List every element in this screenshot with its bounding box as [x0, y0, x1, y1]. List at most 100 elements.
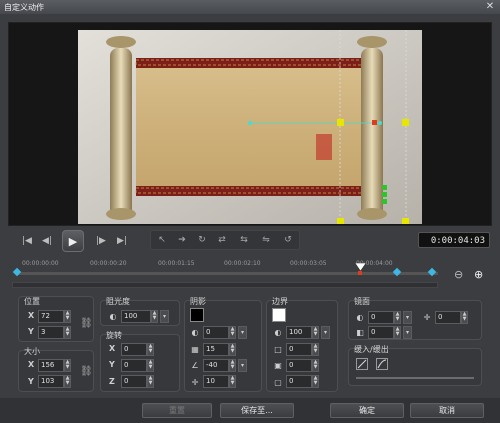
size-x-stepper[interactable]: ▲ ▼ — [64, 359, 71, 372]
border-width-stepper[interactable]: ▲ ▼ — [312, 343, 319, 356]
position-y-input[interactable]: 3 — [38, 326, 64, 339]
rotation-x-input[interactable]: 0 — [121, 343, 147, 356]
rotation-label: 旋转 — [106, 331, 122, 340]
cancel-button[interactable]: 取消 — [410, 403, 484, 418]
mirror-offset-icon: ✛ — [423, 312, 431, 322]
link-icon[interactable]: ⛓ — [80, 366, 93, 377]
swap-keyframe-icon[interactable]: ⇄ — [212, 232, 232, 248]
tick-label: 00:00:02:10 — [224, 260, 261, 267]
fade-slider[interactable] — [356, 377, 474, 379]
border-blur-stepper[interactable]: ▲ ▼ — [312, 359, 319, 372]
size-y-stepper[interactable]: ▲ ▼ — [64, 375, 71, 388]
opacity-label: 阻光度 — [106, 297, 130, 306]
opacity-dropdown[interactable]: ▾ — [160, 310, 169, 323]
mirror-opacity-icon: ◐ — [356, 312, 364, 322]
border-corner-stepper[interactable]: ▲ ▼ — [312, 375, 319, 388]
shadow-angle-dropdown[interactable]: ▾ — [238, 359, 247, 372]
position-x-stepper[interactable]: ▲ ▼ — [64, 310, 71, 323]
playhead-marker — [358, 271, 362, 275]
move-keyframe-icon[interactable]: ➔ — [172, 232, 192, 248]
preview-canvas[interactable] — [78, 30, 422, 224]
border-blur-icon: ▣ — [274, 360, 282, 370]
shadow-opacity-stepper[interactable]: ▲ ▼ — [229, 326, 236, 339]
position-y-label: Y — [28, 327, 34, 336]
timeline-track[interactable] — [16, 272, 438, 275]
add-keyframe-icon[interactable]: ↖ — [152, 232, 172, 248]
shadow-angle-stepper[interactable]: ▲ ▼ — [229, 359, 236, 372]
save-as-button[interactable]: 保存至... — [220, 403, 294, 418]
position-y-stepper[interactable]: ▲ ▼ — [64, 326, 71, 339]
tick-label: 00:00:00:20 — [90, 260, 127, 267]
shadow-distance-stepper[interactable]: ▲ ▼ — [229, 375, 236, 388]
fade-label: 缓入/缓出 — [354, 345, 389, 354]
border-width-input[interactable]: 0 — [286, 343, 312, 356]
shadow-distance-input[interactable]: 10 — [203, 375, 229, 388]
go-to-end-button[interactable]: ▶| — [113, 232, 131, 250]
go-to-start-button[interactable]: |◀ — [18, 232, 36, 250]
zoom-out-icon[interactable]: ⊖ — [454, 268, 463, 281]
shadow-distance-icon: ✛ — [191, 377, 199, 387]
timecode-display[interactable]: 0:00:04:03 — [418, 232, 490, 248]
size-x-input[interactable]: 156 — [38, 359, 64, 372]
mirror-offset-stepper[interactable]: ▲ ▼ — [461, 311, 468, 324]
shadow-blur-stepper[interactable]: ▲ ▼ — [229, 343, 236, 356]
mirror-blur-stepper[interactable]: ▲ ▼ — [394, 326, 401, 339]
zoom-in-icon[interactable]: ⊕ — [474, 268, 483, 281]
position-x-input[interactable]: 72 — [38, 310, 64, 323]
tick-label: 00:00:00:00 — [22, 260, 59, 267]
opacity-input[interactable]: 100 — [121, 310, 151, 323]
rotation-y-stepper[interactable]: ▲ ▼ — [147, 359, 154, 372]
shadow-angle-icon: ∠ — [191, 360, 199, 370]
shadow-opacity-icon: ◐ — [191, 327, 199, 337]
ok-button[interactable]: 确定 — [330, 403, 404, 418]
mirror-opacity-input[interactable]: 0 — [368, 311, 394, 324]
reverse-keyframe-icon[interactable]: ⇆ — [234, 232, 254, 248]
mirror-keyframe-icon[interactable]: ⇋ — [256, 232, 276, 248]
timeline-scrollbar[interactable] — [12, 282, 438, 288]
opacity-icon: ◐ — [109, 311, 117, 321]
rotation-x-stepper[interactable]: ▲ ▼ — [147, 343, 154, 356]
mirror-offset-input[interactable]: 0 — [435, 311, 461, 324]
border-corner-input[interactable]: 0 — [286, 375, 312, 388]
size-y-input[interactable]: 103 — [38, 375, 64, 388]
border-opacity-icon: ◐ — [274, 327, 282, 337]
fade-in-icon[interactable] — [356, 358, 368, 370]
title-bar: 自定义动作 ✕ — [0, 0, 500, 14]
shadow-blur-input[interactable]: 15 — [203, 343, 229, 356]
size-x-label: X — [28, 360, 35, 369]
close-icon[interactable]: ✕ — [484, 1, 496, 12]
scroll-image — [78, 30, 422, 224]
next-frame-button[interactable]: |▶ — [92, 232, 110, 250]
mirror-label: 镜面 — [354, 297, 370, 306]
previous-frame-button[interactable]: ◀| — [38, 232, 56, 250]
border-opacity-stepper[interactable]: ▲ ▼ — [312, 326, 319, 339]
mirror-opacity-stepper[interactable]: ▲ ▼ — [394, 311, 401, 324]
mirror-opacity-dropdown[interactable]: ▾ — [403, 311, 412, 324]
shadow-color-swatch[interactable] — [190, 308, 204, 322]
rotation-z-label: Z — [109, 377, 115, 386]
shadow-opacity-input[interactable]: 0 — [203, 326, 229, 339]
rotation-x-label: X — [109, 344, 116, 353]
shadow-opacity-dropdown[interactable]: ▾ — [238, 326, 247, 339]
reset-button[interactable]: 重置 — [142, 403, 212, 418]
opacity-stepper[interactable]: ▲ ▼ — [151, 310, 158, 323]
border-opacity-dropdown[interactable]: ▾ — [321, 326, 330, 339]
shadow-angle-input[interactable]: -40 — [203, 359, 229, 372]
undo-keyframe-icon[interactable]: ↺ — [278, 232, 298, 248]
border-opacity-input[interactable]: 100 — [286, 326, 312, 339]
border-color-swatch[interactable] — [272, 308, 286, 322]
rotation-z-stepper[interactable]: ▲ ▼ — [147, 375, 154, 388]
rotation-z-input[interactable]: 0 — [121, 375, 147, 388]
window-title: 自定义动作 — [4, 3, 44, 12]
fade-out-icon[interactable] — [376, 358, 388, 370]
play-button[interactable]: ▶ — [62, 230, 84, 252]
rotate-keyframe-icon[interactable]: ↻ — [192, 232, 212, 248]
shadow-label: 阴影 — [190, 297, 206, 306]
rotation-y-input[interactable]: 0 — [121, 359, 147, 372]
mirror-blur-icon: ◧ — [356, 327, 364, 337]
mirror-blur-input[interactable]: 0 — [368, 326, 394, 339]
rotation-y-label: Y — [109, 360, 115, 369]
border-blur-input[interactable]: 0 — [286, 359, 312, 372]
mirror-blur-dropdown[interactable]: ▾ — [403, 326, 412, 339]
link-icon[interactable]: ⛓ — [80, 318, 93, 329]
